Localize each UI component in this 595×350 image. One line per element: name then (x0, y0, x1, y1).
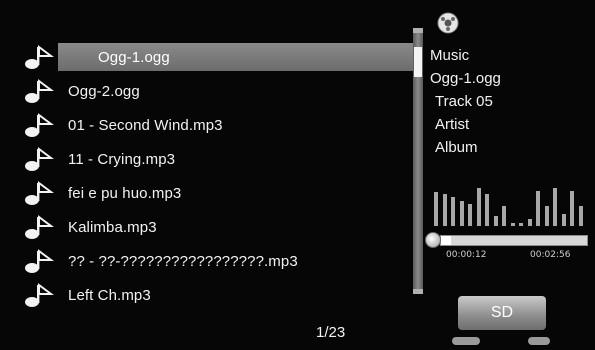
spectrum-bar (485, 194, 489, 226)
spectrum-bar (468, 204, 472, 226)
page-indicator: 1/23 (316, 324, 346, 341)
playlist-scrollbar[interactable] (413, 28, 423, 294)
progress-bar[interactable] (440, 235, 588, 246)
spectrum-bar (502, 206, 506, 226)
spectrum-bar (527, 219, 532, 226)
music-note-icon (24, 213, 58, 241)
sd-card-button[interactable]: SD (458, 296, 546, 330)
playlist: Ogg-1.ogg Ogg-2.ogg 01 - Second Wind.mp3 11… (24, 40, 421, 312)
spectrum-bar (544, 206, 549, 226)
playlist-item[interactable]: Kalimba.mp3 (24, 210, 409, 244)
playlist-item[interactable]: ?? - ??-?????????????????.mp3 (24, 244, 409, 278)
track-title: ?? - ??-?????????????????.mp3 (68, 252, 298, 270)
info-artist: Artist (435, 116, 470, 133)
info-category: Music (430, 47, 470, 64)
music-note-icon (24, 43, 58, 71)
scrollbar-bottom-cap (413, 289, 423, 294)
spectrum-bar (510, 223, 515, 226)
spectrum-bar (536, 191, 540, 226)
spectrum-bar (476, 188, 481, 226)
track-title: 11 - Crying.mp3 (68, 150, 176, 168)
playlist-item[interactable]: fei e pu huo.mp3 (24, 176, 409, 210)
scrollbar-top-cap (413, 28, 423, 33)
music-note-icon (24, 111, 58, 139)
spectrum-bar (434, 192, 438, 226)
spectrum-bar (493, 216, 498, 226)
track-title: Kalimba.mp3 (68, 218, 157, 236)
info-filename: Ogg-1.ogg (430, 70, 501, 87)
disc-icon (437, 12, 459, 34)
music-note-icon (24, 247, 58, 275)
music-note-icon (24, 281, 58, 309)
music-note-icon (24, 179, 58, 207)
usb-status-icon (452, 337, 480, 345)
progress-knob[interactable] (425, 232, 441, 248)
info-track: Track 05 (435, 93, 493, 110)
track-info-panel: Music Ogg-1.ogg Track 05 Artist Album (430, 44, 501, 159)
info-album: Album (435, 139, 478, 156)
scrollbar-thumb[interactable] (414, 46, 422, 77)
playlist-item[interactable]: 11 - Crying.mp3 (24, 142, 409, 176)
spectrum-bar (561, 214, 566, 226)
total-time: 00:02:56 (530, 250, 571, 260)
track-title: Ogg-2.ogg (68, 82, 140, 100)
track-title: fei e pu huo.mp3 (68, 184, 182, 202)
track-title: Ogg-1.ogg (98, 48, 170, 66)
elapsed-time: 00:00:12 (446, 250, 487, 260)
playlist-item[interactable]: 01 - Second Wind.mp3 (24, 108, 409, 142)
spectrum-bar (553, 188, 557, 226)
spectrum-bar (451, 197, 455, 226)
card-status-icon (528, 337, 550, 345)
playlist-item[interactable]: Left Ch.mp3 (24, 278, 409, 312)
spectrum-visualizer (434, 186, 586, 226)
playlist-item[interactable]: Ogg-1.ogg (24, 40, 421, 74)
media-player-screen: Ogg-1.ogg Ogg-2.ogg 01 - Second Wind.mp3 11… (0, 0, 595, 350)
music-note-icon (24, 145, 58, 173)
sd-button-label: SD (490, 304, 514, 321)
spectrum-bar (578, 206, 583, 226)
progress-fill (441, 236, 451, 245)
spectrum-bar (459, 201, 464, 226)
track-title: 01 - Second Wind.mp3 (68, 116, 223, 134)
track-title: Left Ch.mp3 (68, 286, 151, 304)
spectrum-bar (519, 223, 523, 226)
playlist-item[interactable]: Ogg-2.ogg (24, 74, 409, 108)
spectrum-bar (442, 194, 447, 226)
spectrum-bar (570, 191, 574, 226)
music-note-icon (24, 77, 58, 105)
